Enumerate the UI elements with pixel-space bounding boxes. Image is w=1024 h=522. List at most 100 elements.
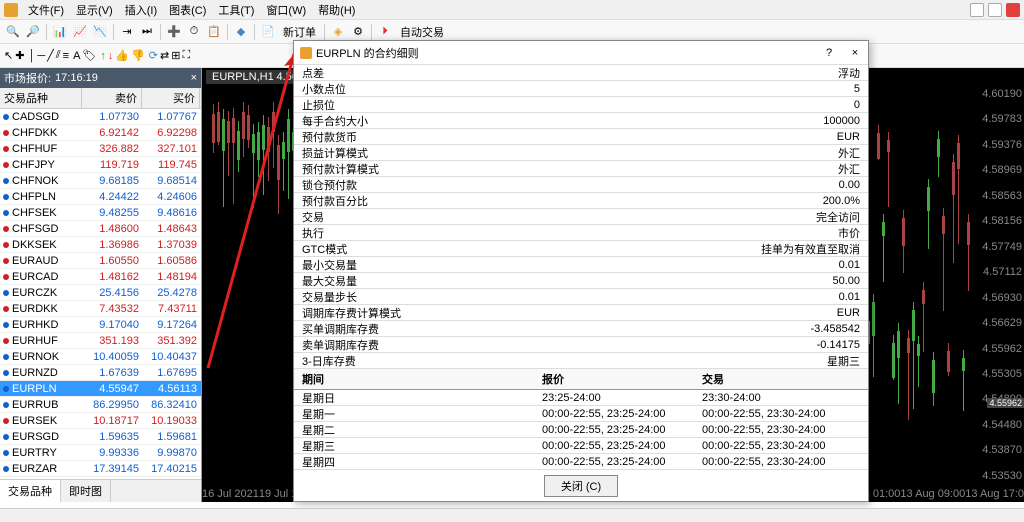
chart-y-axis: 4.601904.597834.593764.589694.585634.581… [982,88,1022,482]
thumb-up-icon[interactable]: 👍 [115,49,129,62]
chart-bar-icon[interactable]: 📊 [51,23,69,41]
symbol-row-EURAUD[interactable]: EURAUD1.605501.60586 [0,253,201,269]
period-icon[interactable]: ⏱ [185,23,203,41]
menu-view[interactable]: 显示(V) [70,0,119,20]
text-icon[interactable]: A [73,50,80,62]
dialog-icon [300,47,312,59]
session-row: 星期三00:00-22:55, 23:25-24:0000:00-22:55, … [294,438,868,454]
menu-help[interactable]: 帮助(H) [312,0,361,20]
symbol-row-EURNOK[interactable]: EURNOK10.4005910.40437 [0,349,201,365]
col-symbol[interactable]: 交易品种 [0,88,82,108]
chart-symbol-tab[interactable]: EURPLN,H1 4.56 [206,70,304,84]
new-order-button[interactable]: 新订单 [279,24,320,40]
symbol-row-EURHUF[interactable]: EURHUF351.193351.392 [0,333,201,349]
symbol-row-EURHKD[interactable]: EURHKD9.170409.17264 [0,317,201,333]
tab-tick[interactable]: 即时图 [61,480,111,502]
window-max-icon[interactable] [988,3,1002,17]
spec-row: 3-日库存费星期三 [294,353,868,369]
spec-row: 每手合约大小100000 [294,113,868,129]
window-close-icon[interactable] [1006,3,1020,17]
refresh-icon[interactable]: ⟳ [149,49,158,62]
close-button[interactable]: 关闭 (C) [544,475,618,497]
menu-insert[interactable]: 插入(I) [119,0,163,20]
col-bid[interactable]: 卖价 [82,88,142,108]
symbol-row-CHFDKK[interactable]: CHFDKK6.921426.92298 [0,125,201,141]
thumb-down-icon[interactable]: 👎 [131,49,145,62]
bottom-scrollbar[interactable] [0,508,1024,522]
shift-icon[interactable]: ⇥ [118,23,136,41]
symbol-row-EURSEK[interactable]: EURSEK10.1871710.19033 [0,413,201,429]
auto-trade-button[interactable]: 自动交易 [396,24,448,40]
zoom-in-icon[interactable]: 🔎 [24,23,42,41]
symbol-row-EURNZD[interactable]: EURNZD1.676391.67695 [0,365,201,381]
spec-row: 买单调期库存费-3.458542 [294,321,868,337]
spec-row: 锁仓预付款0.00 [294,177,868,193]
dialog-close-icon[interactable]: × [848,47,862,59]
symbol-row-EURDKK[interactable]: EURDKK7.435327.43711 [0,301,201,317]
grid-icon[interactable]: ⊞ [171,49,180,62]
crosshair-icon[interactable]: ✚ [15,49,24,62]
autoscroll-icon[interactable]: ⏭ [138,23,156,41]
options-icon[interactable]: ⚙ [349,23,367,41]
spec-row: 最小交易量0.01 [294,257,868,273]
fib-icon[interactable]: ≡ [63,50,69,62]
template-icon[interactable]: 📋 [205,23,223,41]
symbol-row-CHFJPY[interactable]: CHFJPY119.719119.745 [0,157,201,173]
arrow-down-icon[interactable]: ↓ [108,50,114,62]
symbol-row-EURPLN[interactable]: EURPLN4.559474.56113 [0,381,201,397]
trendline-icon[interactable]: ╱ [47,49,54,62]
cursor-icon[interactable]: ↖ [4,49,13,62]
session-row: 星期二00:00-22:55, 23:25-24:0000:00-22:55, … [294,422,868,438]
channel-icon[interactable]: ⫽ [56,49,61,62]
symbol-row-CHFHUF[interactable]: CHFHUF326.882327.101 [0,141,201,157]
new-order-icon[interactable]: 📄 [259,23,277,41]
market-watch-panel: 市场报价: 17:16:19 × 交易品种 卖价 买价 CADSGD1.0773… [0,68,202,502]
arrow-up-icon[interactable]: ↑ [100,50,106,62]
col-ask[interactable]: 买价 [142,88,200,108]
expand-icon[interactable]: ⛶ [182,49,190,62]
spec-row: 点差浮动 [294,65,868,81]
menu-bar: 文件(F) 显示(V) 插入(I) 图表(C) 工具(T) 窗口(W) 帮助(H… [0,0,1024,20]
autotrading-icon[interactable]: ⏵ [376,23,394,41]
contract-spec-dialog: EURPLN 的合约细则 ? × 点差浮动小数点位5止损位0每手合约大小1000… [293,40,869,502]
menu-file[interactable]: 文件(F) [22,0,70,20]
window-min-icon[interactable] [970,3,984,17]
symbol-row-CHFSEK[interactable]: CHFSEK9.482559.48616 [0,205,201,221]
chart-line-icon[interactable]: 📉 [91,23,109,41]
label-icon[interactable]: 🏷 [82,49,96,62]
app-logo-icon [4,3,18,17]
symbol-row-CHFNOK[interactable]: CHFNOK9.681859.68514 [0,173,201,189]
dialog-body: 点差浮动小数点位5止损位0每手合约大小100000预付款货币EUR损益计算模式外… [294,65,868,469]
vline-icon[interactable]: │ [28,50,35,62]
market-watch-columns: 交易品种 卖价 买价 [0,88,201,109]
dialog-titlebar[interactable]: EURPLN 的合约细则 ? × [294,41,868,65]
menu-tools[interactable]: 工具(T) [212,0,260,20]
chart-candle-icon[interactable]: 📈 [71,23,89,41]
close-panel-icon[interactable]: × [191,72,197,84]
indicator-icon[interactable]: ➕ [165,23,183,41]
spec-row: 调期库存费计算模式EUR [294,305,868,321]
symbol-row-CADSGD[interactable]: CADSGD1.077301.07767 [0,109,201,125]
mql-icon[interactable]: ◆ [232,23,250,41]
zoom-out-icon[interactable]: 🔍 [4,23,22,41]
symbol-row-EURCZK[interactable]: EURCZK25.415625.4278 [0,285,201,301]
symbol-row-CHFSGD[interactable]: CHFSGD1.486001.48643 [0,221,201,237]
menu-window[interactable]: 窗口(W) [260,0,312,20]
price-tag: 4.55962 [987,398,1024,408]
spec-row: 小数点位5 [294,81,868,97]
dialog-help-icon[interactable]: ? [822,47,836,59]
symbol-row-DKKSEK[interactable]: DKKSEK1.369861.37039 [0,237,201,253]
metaeditor-icon[interactable]: ◈ [329,23,347,41]
sync-icon[interactable]: ⇄ [160,49,169,62]
spec-row: 执行市价 [294,225,868,241]
symbol-row-CHFPLN[interactable]: CHFPLN4.244224.24606 [0,189,201,205]
symbol-row-EURSGD[interactable]: EURSGD1.596351.59681 [0,429,201,445]
market-watch-header: 市场报价: 17:16:19 × [0,68,201,88]
hline-icon[interactable]: ─ [37,50,45,62]
symbol-row-EURRUB[interactable]: EURRUB86.2995086.32410 [0,397,201,413]
tab-symbols[interactable]: 交易品种 [0,480,61,502]
symbol-row-EURTRY[interactable]: EURTRY9.993369.99870 [0,445,201,461]
menu-chart[interactable]: 图表(C) [163,0,212,20]
symbol-row-EURCAD[interactable]: EURCAD1.481621.48194 [0,269,201,285]
symbol-row-EURZAR[interactable]: EURZAR17.3914517.40215 [0,461,201,477]
